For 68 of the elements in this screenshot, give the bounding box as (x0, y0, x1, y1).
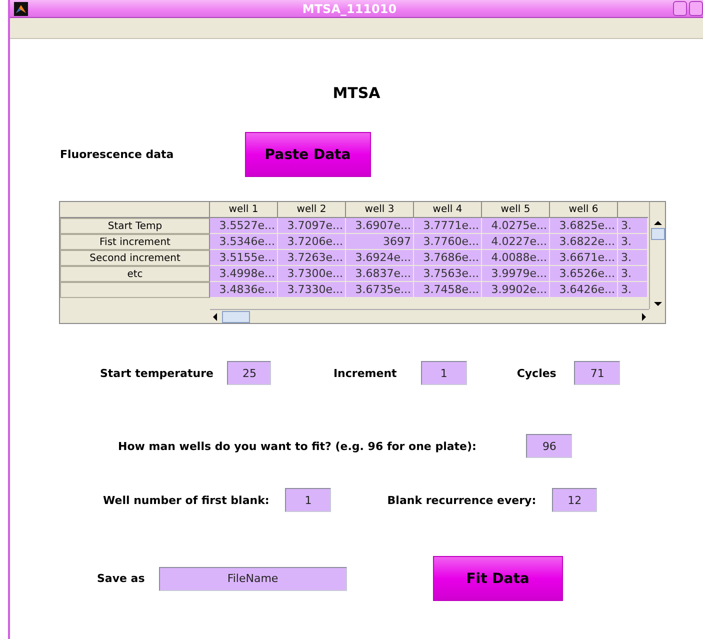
input-field[interactable]: 25 (227, 361, 272, 385)
fit-data-button[interactable]: Fit Data (432, 556, 563, 601)
scroll-thumb[interactable] (650, 228, 664, 240)
row-header: Fist increment (60, 234, 210, 250)
table-cell: 3. (618, 218, 648, 234)
up-arrow-icon[interactable] (652, 218, 662, 228)
down-arrow-icon[interactable] (652, 299, 662, 309)
table-cell: 3.5346e... (210, 234, 278, 250)
table-cell: 3.7300e... (278, 266, 346, 282)
table-cell: 3.6735e... (346, 282, 414, 298)
field-label: Cycles (516, 366, 556, 380)
app-icon (14, 2, 28, 16)
window-title: MTSA_111010 (301, 2, 398, 16)
input-field[interactable]: 96 (526, 434, 572, 458)
table-cell: 3.5527e... (210, 218, 278, 234)
field-label: Blank recurrence every: (387, 494, 536, 506)
table-cell: 3.6825e... (550, 218, 618, 234)
table-cell: 3.7686e... (414, 250, 482, 266)
table-cell: 3.7206e... (278, 234, 346, 250)
table-cell: 3.7097e... (278, 218, 346, 234)
table-cell: 3.6837e... (346, 266, 414, 282)
input-field[interactable]: 71 (574, 361, 620, 385)
table-cell: 3.7458e... (414, 282, 482, 298)
field-label: How man wells do you want to fit? (e.g. 96 for one plate): (118, 440, 476, 452)
table-cell: 3.6822e... (550, 234, 618, 250)
table-cell: 3. (618, 250, 648, 266)
fluorescence-label: Fluorescence data (60, 148, 174, 161)
table-cell: 3697 (346, 234, 414, 250)
table-cell: 4.0088e... (482, 250, 550, 266)
table-cell: 3.9979e... (482, 266, 550, 282)
table-cell: 3.5155e... (210, 250, 278, 266)
vertical-scrollbar[interactable] (649, 202, 665, 309)
paste-data-button[interactable]: Paste Data (244, 132, 371, 177)
field-label: Save as (97, 572, 145, 585)
table-cell: 3.6671e... (550, 250, 618, 266)
input-field[interactable]: 12 (552, 488, 598, 512)
table-cell: 3.7330e... (278, 282, 346, 298)
field-label: Start temperature (100, 366, 214, 380)
table-cell: 4.0275e... (482, 218, 550, 234)
table-cell: 3.7760e... (414, 234, 482, 250)
table-cell: 3.7563e... (414, 266, 482, 282)
table-cell: 3. (618, 266, 648, 282)
close-button[interactable] (689, 1, 703, 16)
file-name-field[interactable]: FileName (158, 566, 347, 590)
table-cell: 3. (618, 234, 648, 250)
table-cell: 3.7771e... (414, 218, 482, 234)
table-cell: 4.0227e... (482, 234, 550, 250)
row-header: Start Temp (60, 218, 210, 234)
table-cell: 3.6907e... (346, 218, 414, 234)
table-cell: 3.6426e... (550, 282, 618, 298)
table-cell: 3.7263e... (278, 250, 346, 266)
horizontal-scrollbar[interactable] (210, 309, 649, 323)
right-arrow-icon[interactable] (639, 312, 649, 322)
table-cell: 3. (618, 282, 648, 298)
table-cell: 3.6924e... (346, 250, 414, 266)
field-label: Well number of first blank: (103, 494, 270, 506)
minimize-button[interactable] (673, 1, 687, 16)
row-header: Second increment (60, 250, 210, 266)
input-field[interactable]: 1 (420, 361, 467, 385)
table-cell: 3.4998e... (210, 266, 278, 282)
input-field[interactable]: 1 (285, 488, 332, 512)
table-cell: 3.9902e... (482, 282, 550, 298)
scroll-thumb[interactable] (222, 310, 250, 322)
page-heading: MTSA (332, 84, 380, 102)
row-header: etc (60, 266, 210, 282)
table-cell: 3.4836e... (210, 282, 278, 298)
table-cell: 3.6526e... (550, 266, 618, 282)
field-label: Increment (333, 366, 397, 380)
